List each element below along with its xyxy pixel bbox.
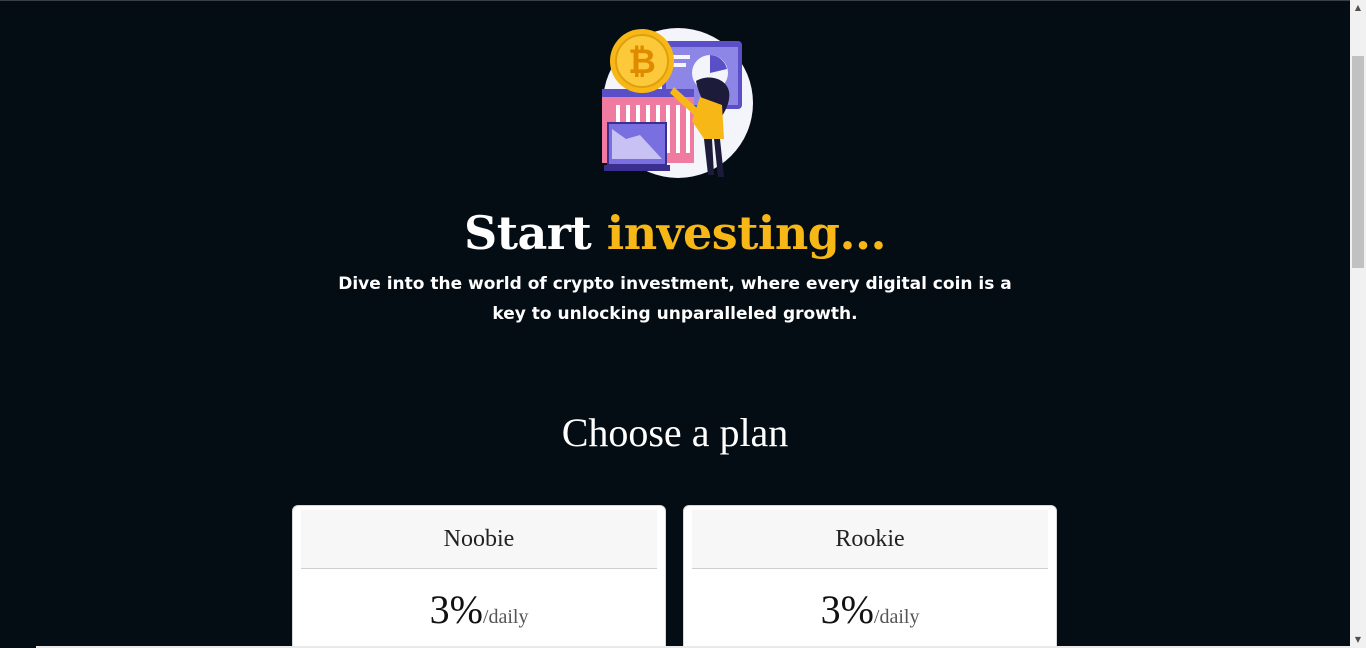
- svg-text:₿: ₿: [628, 42, 656, 82]
- plan-rate: 3%/daily: [684, 586, 1056, 643]
- scrollbar-thumb[interactable]: [1352, 56, 1364, 268]
- vertical-scrollbar[interactable]: ▲ ▼: [1350, 0, 1366, 648]
- plan-card-noobie[interactable]: Noobie 3%/daily: [292, 505, 666, 648]
- crypto-investing-illustration: ₿: [602, 28, 753, 178]
- plan-rate-period: /daily: [873, 606, 920, 628]
- choose-plan-title: Choose a plan: [561, 410, 789, 455]
- plan-name: Noobie: [301, 510, 657, 569]
- plan-rate-period: /daily: [482, 606, 529, 628]
- scroll-down-arrow-icon[interactable]: ▼: [1350, 632, 1366, 648]
- plan-rate-value: 3%: [820, 587, 874, 632]
- plan-card-rookie[interactable]: Rookie 3%/daily: [683, 505, 1057, 648]
- hero-subtitle: Dive into the world of crypto investment…: [338, 274, 1012, 324]
- hero-title: Start investing...: [0, 201, 1350, 265]
- hero-title-accent: investing...: [606, 206, 887, 260]
- hero-title-main: Start: [464, 206, 592, 260]
- page: ₿ Start investing... Dive into the world…: [0, 0, 1350, 648]
- plan-rate: 3%/daily: [293, 586, 665, 643]
- scroll-up-arrow-icon[interactable]: ▲: [1350, 0, 1366, 16]
- plan-rate-value: 3%: [429, 587, 483, 632]
- plan-name: Rookie: [692, 510, 1048, 569]
